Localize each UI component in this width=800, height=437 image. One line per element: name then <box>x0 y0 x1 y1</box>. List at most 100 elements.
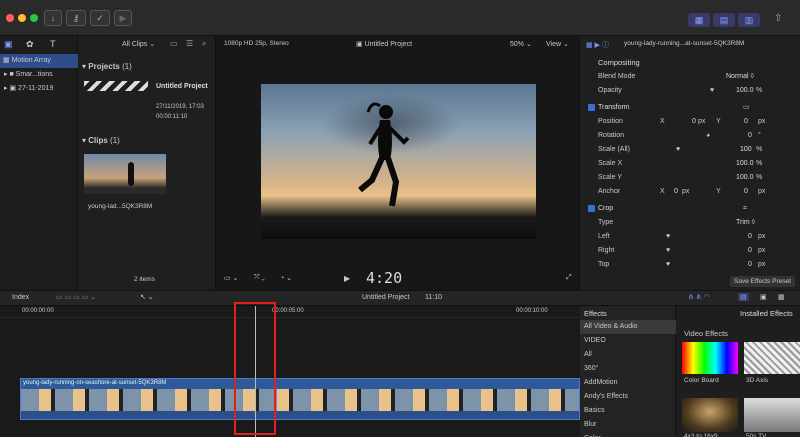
rotation-dial-icon[interactable]: ◕ <box>706 129 710 143</box>
position-x-value[interactable]: 0 <box>692 115 696 129</box>
effects-category[interactable]: 360° <box>584 362 598 376</box>
disclosure-icon[interactable]: ▸ <box>4 71 8 78</box>
scale-all-value[interactable]: 100 <box>740 143 752 157</box>
scale-x-value[interactable]: 100.0 <box>736 157 754 171</box>
sidebar-item-smart-collections[interactable]: ▸ ■ Smar...tions <box>4 68 53 82</box>
effects-category[interactable]: All <box>584 348 592 362</box>
share-icon[interactable]: ▶ <box>114 10 132 26</box>
anchor-x-value[interactable]: 0 <box>674 185 678 199</box>
inspector-panel: ▦ ▶ ⓘ young-lady-running...at-sunset-5QK… <box>580 36 800 290</box>
fullscreen-icon[interactable]: ⤢ <box>566 274 572 282</box>
effects-category[interactable]: AddMotion <box>584 376 617 390</box>
opacity-value[interactable]: 100.0 <box>736 84 754 98</box>
effect-thumb-50s-tv[interactable] <box>744 398 800 432</box>
anchor-row: Anchor X 0 px Y 0 px <box>598 185 794 199</box>
layout-inspector-icon[interactable]: ▥ <box>738 13 760 27</box>
crop-top-value[interactable]: 0 <box>748 258 752 272</box>
anchor-y-value[interactable]: 0 <box>744 185 748 199</box>
project-thumbnail[interactable] <box>84 81 148 91</box>
effects-browser-icon[interactable]: ▣ <box>760 293 767 301</box>
viewer-options-icon[interactable]: ▭ ⌄ <box>224 274 238 282</box>
clips-section-header[interactable]: ▾ Clips (1) <box>82 134 120 148</box>
video-frame[interactable] <box>261 84 536 239</box>
transform-tool-icon[interactable]: ⤧ ⌄ <box>254 274 265 282</box>
clip-appearance-icon[interactable]: ▭ <box>170 39 178 48</box>
transform-onscreen-icon[interactable]: ▭ <box>743 101 750 115</box>
effect-thumb-3d-axis[interactable] <box>744 342 800 374</box>
timeline-ruler[interactable]: 00:00:00:00 00:00:05:00 00:00:10:00 <box>0 306 580 318</box>
scale-y-value[interactable]: 100.0 <box>736 171 754 185</box>
keywords-icon[interactable]: ⚷ <box>66 10 86 26</box>
crop-right-value[interactable]: 0 <box>748 244 752 258</box>
crop-type-select[interactable]: Trim ◊ <box>736 216 755 230</box>
search-icon[interactable]: ⌕ <box>202 39 206 49</box>
share-export-icon[interactable]: ⇧ <box>774 13 782 24</box>
blend-mode-row: Blend Mode Normal ◊ <box>598 70 794 84</box>
minimize-window-button[interactable] <box>18 14 26 22</box>
crop-onscreen-icon[interactable]: ⌗ <box>743 202 747 216</box>
clip-thumbnail[interactable] <box>84 154 166 194</box>
transform-header[interactable]: Transform ▭ <box>588 101 794 115</box>
effects-category[interactable]: Blur <box>584 418 596 432</box>
chevron-down-icon[interactable]: ▾ <box>82 136 86 145</box>
filter-dropdown[interactable]: All Clips ⌄ <box>122 40 155 48</box>
zoom-window-button[interactable] <box>30 14 38 22</box>
transform-checkbox[interactable] <box>588 104 595 111</box>
import-icon[interactable]: ↓ <box>44 10 62 26</box>
rotation-value[interactable]: 0 <box>748 129 752 143</box>
keyframe-icon[interactable]: ♥ <box>676 143 680 157</box>
close-window-button[interactable] <box>6 14 14 22</box>
crop-type-row: Type Trim ◊ <box>598 216 794 230</box>
timeline-project-name: Untitled Project <box>362 294 410 301</box>
zoom-dropdown[interactable]: 50% ⌄ <box>510 40 532 48</box>
edit-buttons-icon[interactable]: ▭ ▭ ▭ ▭ ⌄ <box>56 293 96 301</box>
select-tool-icon[interactable]: ↖ ⌄ <box>140 293 154 301</box>
background-tasks-icon[interactable]: ✓ <box>90 10 110 26</box>
skimming-icons[interactable]: ⋔ ⋔ ◠ <box>688 293 710 301</box>
effect-thumb-color-board[interactable] <box>682 342 738 374</box>
blend-mode-select[interactable]: Normal ◊ <box>726 70 754 84</box>
scale-x-row: Scale X 100.0 % <box>598 157 794 171</box>
items-count: 2 items <box>134 276 155 283</box>
effects-category[interactable]: All Video & Audio <box>580 320 676 334</box>
position-y-value[interactable]: 0 <box>744 115 748 129</box>
list-view-icon[interactable]: ☰ <box>186 39 193 48</box>
keyframe-icon[interactable]: ♥ <box>666 258 670 272</box>
runner-silhouette <box>358 102 410 207</box>
layout-browser-icon[interactable]: ▦ <box>688 13 710 27</box>
timeline-panel: 00:00:00:00 00:00:05:00 00:00:10:00 youn… <box>0 302 580 437</box>
projects-section-header[interactable]: ▾ Projects (1) <box>82 60 132 74</box>
view-dropdown[interactable]: View ⌄ <box>546 40 569 48</box>
effect-thumb-4x3-to-16x9[interactable] <box>682 398 738 432</box>
crop-checkbox[interactable] <box>588 205 595 212</box>
photos-icon[interactable]: ✿ <box>26 39 34 50</box>
index-button[interactable]: Index <box>12 294 29 301</box>
effects-category[interactable]: Andy's Effects <box>584 390 628 404</box>
video-clip[interactable]: young-lady-running-on-seashore-at-sunset… <box>20 378 580 420</box>
effects-category[interactable]: VIDEO <box>584 334 606 348</box>
effects-browser: Installed Effects Video Effects Color Bo… <box>676 306 800 437</box>
chevron-down-icon[interactable]: ▾ <box>82 62 86 71</box>
inspector-tabs-icon[interactable]: ▦ ▶ ⓘ <box>586 40 609 50</box>
layout-timeline-icon[interactable]: ▤ <box>713 13 735 27</box>
speed-icon[interactable]: ◔ ⌄ <box>280 274 292 282</box>
crop-left-value[interactable]: 0 <box>748 230 752 244</box>
clip-appearance-icon[interactable]: ▤ <box>738 293 749 301</box>
save-effects-preset-button[interactable]: Save Effects Preset <box>730 276 795 287</box>
titles-icon[interactable]: T <box>50 39 56 49</box>
timecode-display[interactable]: 4:20 <box>366 269 402 287</box>
disclosure-icon[interactable]: ▸ <box>4 85 8 92</box>
transitions-icon[interactable]: ▦ <box>778 293 785 301</box>
crop-header[interactable]: Crop ⌗ <box>588 202 794 216</box>
sidebar-item-motion-array[interactable]: ▦ Motion Array <box>0 54 78 68</box>
effects-category[interactable]: Basics <box>584 404 605 418</box>
libraries-icon[interactable]: ▣ <box>4 39 13 50</box>
keyframe-icon[interactable]: ♥ <box>710 84 714 98</box>
effects-category[interactable]: Color <box>584 432 601 437</box>
project-name[interactable]: Untitled Project <box>156 83 208 90</box>
play-icon[interactable]: ▶ <box>344 274 350 283</box>
inspector-clip-title: young-lady-running...at-sunset-5QK3R8M <box>624 40 745 47</box>
keyframe-icon[interactable]: ♥ <box>666 244 670 258</box>
keyframe-icon[interactable]: ♥ <box>666 230 670 244</box>
sidebar-item-event[interactable]: ▸ ▣ 27-11-2019 <box>4 82 53 96</box>
